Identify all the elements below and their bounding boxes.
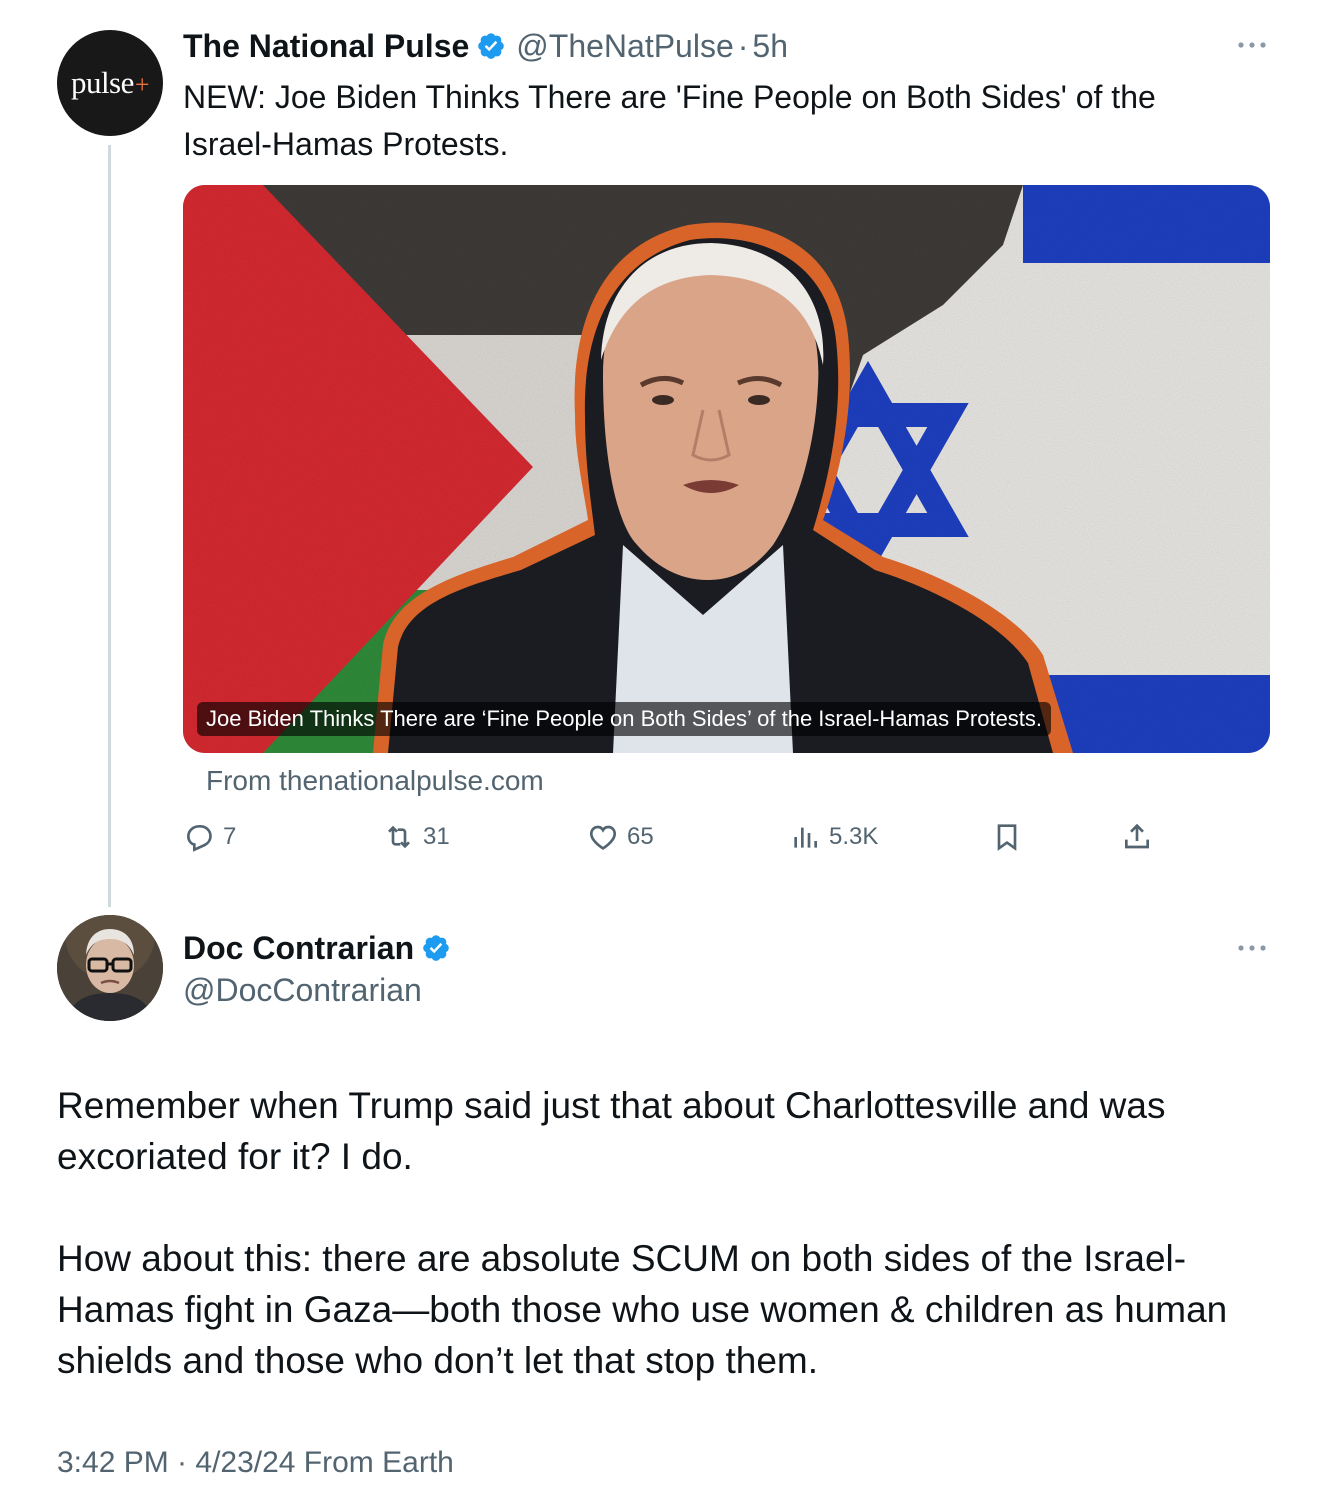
pulse-logo: pulse +	[70, 65, 150, 100]
doc-contrarian-avatar[interactable]	[57, 915, 163, 1021]
more-options-icon[interactable]	[1237, 935, 1267, 959]
tweet-actions-bar: 7 31 65 5.3K	[183, 815, 1183, 859]
views-button[interactable]: 5.3K	[789, 815, 878, 859]
link-preview-card[interactable]: Joe Biden Thinks There are ‘Fine People …	[183, 185, 1270, 753]
card-source-link[interactable]: From thenationalpulse.com	[206, 763, 544, 799]
reply-button[interactable]: 7	[183, 815, 236, 859]
author-handle[interactable]: @TheNatPulse	[516, 28, 733, 65]
like-count: 65	[627, 823, 654, 850]
reply-icon	[186, 825, 212, 852]
bookmark-button[interactable]	[991, 815, 1023, 859]
reply-tweet-text: Remember when Trump said just that about…	[57, 1080, 1277, 1386]
reply-paragraph-2: How about this: there are absolute SCUM …	[57, 1238, 1228, 1381]
verified-badge-icon[interactable]	[421, 933, 451, 963]
thread-connector-line	[108, 145, 111, 907]
bookmark-icon	[997, 824, 1017, 851]
profile-photo	[57, 915, 163, 1021]
reply-tweet-header: Doc Contrarian	[183, 928, 451, 968]
repost-count: 31	[423, 823, 450, 850]
author-name[interactable]: Doc Contrarian	[183, 930, 414, 967]
tweet-timestamp[interactable]: 3:42 PM · 4/23/24 From Earth	[57, 1443, 454, 1483]
repost-button[interactable]: 31	[383, 815, 450, 859]
verified-badge-icon[interactable]	[476, 31, 506, 61]
separator-dot: ·	[737, 27, 749, 64]
like-button[interactable]: 65	[587, 815, 654, 859]
card-caption: Joe Biden Thinks There are ‘Fine People …	[197, 702, 1052, 736]
author-handle[interactable]: @DocContrarian	[183, 970, 422, 1010]
views-chart-icon	[794, 827, 817, 848]
repost-icon	[388, 825, 410, 849]
card-image	[183, 185, 1270, 753]
heart-icon	[589, 825, 617, 850]
share-icon	[1125, 823, 1149, 849]
tweet-time-ago[interactable]: 5h	[752, 28, 788, 65]
reply-count: 7	[223, 823, 237, 850]
parent-tweet-header: The National Pulse @TheNatPulse · 5h	[183, 26, 788, 66]
national-pulse-avatar[interactable]: pulse +	[57, 30, 163, 136]
author-name[interactable]: The National Pulse	[183, 28, 469, 65]
reply-paragraph-1: Remember when Trump said just that about…	[57, 1085, 1166, 1177]
view-count: 5.3K	[829, 823, 879, 850]
parent-tweet-text: NEW: Joe Biden Thinks There are 'Fine Pe…	[183, 79, 1156, 162]
more-options-icon[interactable]	[1237, 32, 1267, 56]
share-button[interactable]	[1121, 815, 1153, 859]
